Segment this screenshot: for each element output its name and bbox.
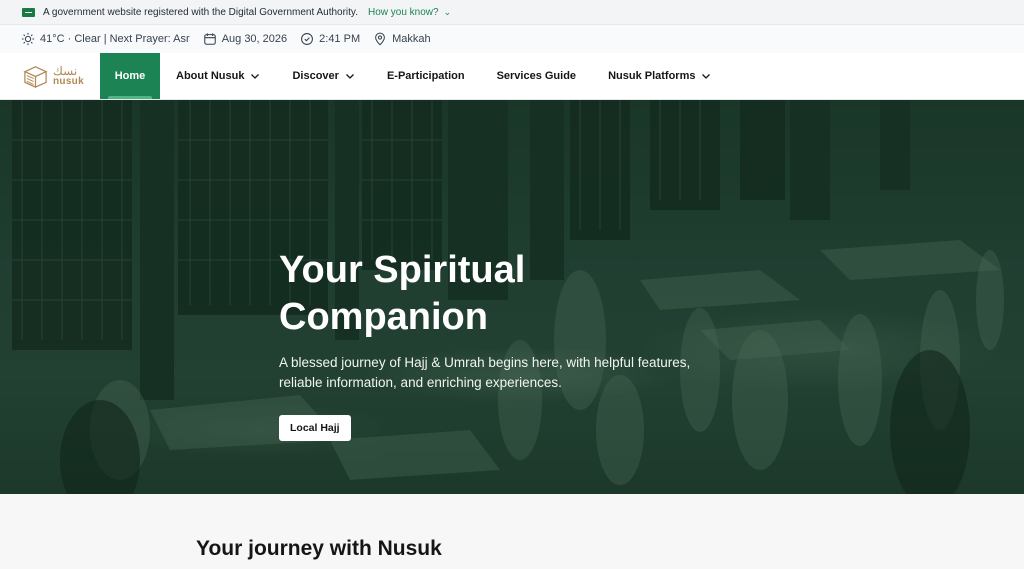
hero-title: Your Spiritual Companion (279, 249, 526, 338)
nav-item-nusuk-platforms[interactable]: Nusuk Platforms (592, 53, 727, 99)
clock-icon (301, 33, 314, 45)
section-title: Your journey with Nusuk (196, 537, 442, 560)
calendar-icon (203, 33, 216, 45)
main-navigation: نسك nusuk Home About Nusuk Discover E-Pa… (0, 53, 1024, 100)
government-banner-text: A government website registered with the… (43, 6, 358, 18)
chevron-down-icon: ⌄ (443, 6, 452, 17)
nav-item-services-guide[interactable]: Services Guide (481, 53, 593, 99)
time-text: 2:41 PM (319, 33, 361, 45)
nav-item-label: Discover (292, 70, 339, 82)
nusuk-logo[interactable]: نسك nusuk (0, 53, 100, 99)
sun-icon (21, 32, 35, 46)
location-info: Makkah (373, 32, 431, 46)
kaaba-logo-icon (23, 65, 48, 88)
location-text: Makkah (392, 33, 431, 45)
saudi-flag-icon (22, 7, 35, 17)
info-bar: 41°C · Clear | Next Prayer: Asr Aug 30, … (0, 24, 1024, 53)
weather-info: 41°C · Clear | Next Prayer: Asr (21, 32, 190, 46)
date-text: Aug 30, 2026 (221, 33, 288, 45)
hero-subtitle: A blessed journey of Hajj & Umrah begins… (279, 355, 691, 390)
nav-item-about-nusuk[interactable]: About Nusuk (160, 53, 276, 99)
how-you-know-label: How you know? (367, 6, 439, 18)
logo-english-text: nusuk (53, 76, 84, 87)
nav-item-discover[interactable]: Discover (276, 53, 370, 99)
nav-item-home[interactable]: Home (100, 53, 160, 99)
chevron-down-icon (702, 74, 711, 79)
nav-item-label: Services Guide (496, 70, 577, 82)
how-you-know-link[interactable]: How you know? ⌄ (368, 7, 451, 18)
nav-item-label: About Nusuk (176, 70, 245, 82)
nav-item-e-participation[interactable]: E-Participation (371, 53, 481, 99)
nav-item-label: Nusuk Platforms (608, 70, 696, 82)
journey-section: Your journey with Nusuk (0, 494, 1024, 569)
nav-item-label: Home (114, 70, 146, 82)
chevron-down-icon (251, 74, 260, 79)
time-info: 2:41 PM (300, 32, 360, 46)
nav-item-label: E-Participation (386, 70, 465, 82)
date-info: Aug 30, 2026 (203, 32, 287, 46)
hero-banner: Your Spiritual Companion A blessed journ… (0, 100, 1024, 494)
chevron-down-icon (345, 74, 354, 79)
government-banner: A government website registered with the… (0, 0, 1024, 24)
logo-wordmark: نسك nusuk (53, 65, 84, 87)
local-hajj-button[interactable]: Local Hajj (279, 415, 351, 441)
weather-text: 41°C · Clear | Next Prayer: Asr (40, 33, 190, 45)
location-pin-icon (375, 32, 386, 46)
